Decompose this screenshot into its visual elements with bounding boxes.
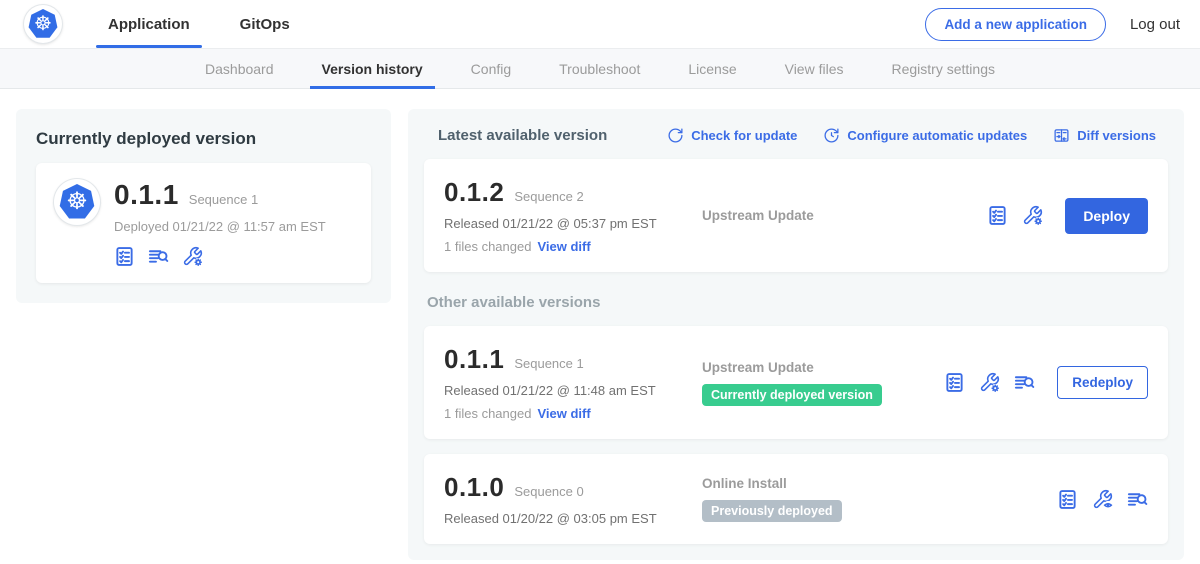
- source-label: Upstream Update: [702, 208, 987, 223]
- released-timestamp: Released 01/21/22 @ 11:48 am EST: [444, 383, 702, 398]
- redeploy-button[interactable]: Redeploy: [1057, 366, 1148, 399]
- kubernetes-heptagon: ☸: [28, 9, 58, 39]
- tab-application[interactable]: Application: [96, 0, 202, 48]
- version-source: Upstream Update: [702, 208, 987, 223]
- currently-deployed-card: ☸ 0.1.1 Sequence 1 Deployed 01/21/22 @ 1…: [36, 163, 371, 283]
- edit-config-icon[interactable]: [979, 372, 1000, 393]
- preflight-checks-icon[interactable]: [987, 205, 1008, 226]
- refresh-icon: [667, 127, 684, 144]
- view-logs-icon[interactable]: [148, 246, 169, 267]
- currently-deployed-badge: Currently deployed version: [702, 384, 882, 406]
- released-timestamp: Released 01/20/22 @ 03:05 pm EST: [444, 511, 702, 526]
- available-versions-panel: Latest available version Check for updat…: [408, 109, 1184, 560]
- edit-config-icon[interactable]: [182, 246, 203, 267]
- deployed-sequence-label: Sequence 1: [189, 192, 258, 207]
- configure-automatic-updates-label: Configure automatic updates: [847, 128, 1027, 143]
- header-tabs: Application GitOps: [96, 0, 328, 48]
- logout-button[interactable]: Log out: [1130, 16, 1180, 33]
- tab-application-label: Application: [108, 16, 190, 33]
- diff-versions-label: Diff versions: [1077, 128, 1156, 143]
- version-card-latest: 0.1.2 Sequence 2 Released 01/21/22 @ 05:…: [424, 159, 1168, 272]
- version-card-actions: Deploy: [987, 198, 1148, 234]
- deploy-button[interactable]: Deploy: [1065, 198, 1148, 234]
- add-application-button[interactable]: Add a new application: [925, 8, 1106, 41]
- version-info: 0.1.1 Sequence 1 Released 01/21/22 @ 11:…: [444, 344, 702, 421]
- version-actions: Check for update Configure automatic upd…: [667, 127, 1156, 144]
- diff-versions-link[interactable]: Diff versions: [1053, 127, 1156, 144]
- deployed-timestamp: Deployed 01/21/22 @ 11:57 am EST: [114, 219, 326, 234]
- configure-automatic-updates-link[interactable]: Configure automatic updates: [823, 127, 1027, 144]
- version-card-0-1-1: 0.1.1 Sequence 1 Released 01/21/22 @ 11:…: [424, 326, 1168, 439]
- subnav-tab-view-files[interactable]: View files: [761, 49, 868, 88]
- check-for-update-label: Check for update: [691, 128, 797, 143]
- files-changed: 1 files changed View diff: [444, 406, 702, 421]
- deployed-card-body: 0.1.1 Sequence 1 Deployed 01/21/22 @ 11:…: [114, 179, 326, 267]
- main-content: Currently deployed version ☸ 0.1.1 Seque…: [0, 89, 1200, 564]
- app-subnav: Dashboard Version history Config Trouble…: [0, 48, 1200, 89]
- kubernetes-logo: ☸: [24, 5, 62, 43]
- files-changed-label: 1 files changed: [444, 239, 531, 254]
- sequence-label: Sequence 2: [514, 189, 583, 204]
- view-config-icon[interactable]: [1092, 489, 1113, 510]
- version-card-actions: Redeploy: [944, 366, 1148, 399]
- top-header: ☸ Application GitOps Add a new applicati…: [0, 0, 1200, 48]
- preflight-checks-icon[interactable]: [944, 372, 965, 393]
- released-timestamp: Released 01/21/22 @ 05:37 pm EST: [444, 216, 702, 231]
- subnav-tab-config[interactable]: Config: [447, 49, 535, 88]
- version-source: Online Install Previously deployed: [702, 476, 1057, 522]
- view-logs-icon[interactable]: [1127, 489, 1148, 510]
- tab-gitops[interactable]: GitOps: [228, 0, 302, 48]
- version-info: 0.1.2 Sequence 2 Released 01/21/22 @ 05:…: [444, 177, 702, 254]
- view-diff-link[interactable]: View diff: [537, 239, 590, 254]
- schedule-icon: [823, 127, 840, 144]
- version-card-actions: [1057, 489, 1148, 510]
- view-logs-icon[interactable]: [1014, 372, 1035, 393]
- other-available-versions-title: Other available versions: [427, 294, 1168, 311]
- source-label: Online Install: [702, 476, 1057, 491]
- deployed-version-label: 0.1.1: [114, 179, 179, 211]
- currently-deployed-title: Currently deployed version: [36, 129, 371, 149]
- files-changed: 1 files changed View diff: [444, 239, 702, 254]
- subnav-tab-license[interactable]: License: [664, 49, 760, 88]
- tab-gitops-label: GitOps: [240, 16, 290, 33]
- version-label: 0.1.2: [444, 177, 504, 208]
- app-logo: ☸: [54, 179, 100, 225]
- sequence-label: Sequence 0: [514, 484, 583, 499]
- check-for-update-link[interactable]: Check for update: [667, 127, 797, 144]
- preflight-checks-icon[interactable]: [114, 246, 135, 267]
- helm-wheel-icon: ☸: [66, 190, 88, 214]
- preflight-checks-icon[interactable]: [1057, 489, 1078, 510]
- version-info: 0.1.0 Sequence 0 Released 01/20/22 @ 03:…: [444, 472, 702, 526]
- available-versions-header: Latest available version Check for updat…: [424, 127, 1168, 144]
- version-label: 0.1.0: [444, 472, 504, 503]
- diff-icon: [1053, 127, 1070, 144]
- helm-wheel-icon: ☸: [34, 14, 52, 34]
- latest-available-title: Latest available version: [438, 127, 607, 144]
- previously-deployed-badge: Previously deployed: [702, 500, 842, 522]
- version-card-0-1-0: 0.1.0 Sequence 0 Released 01/20/22 @ 03:…: [424, 454, 1168, 544]
- subnav-tab-troubleshoot[interactable]: Troubleshoot: [535, 49, 664, 88]
- version-source: Upstream Update Currently deployed versi…: [702, 360, 944, 406]
- edit-config-icon[interactable]: [1022, 205, 1043, 226]
- sequence-label: Sequence 1: [514, 356, 583, 371]
- version-label: 0.1.1: [444, 344, 504, 375]
- view-diff-link[interactable]: View diff: [537, 406, 590, 421]
- subnav-tab-registry-settings[interactable]: Registry settings: [868, 49, 1019, 88]
- source-label: Upstream Update: [702, 360, 944, 375]
- currently-deployed-panel: Currently deployed version ☸ 0.1.1 Seque…: [16, 109, 391, 303]
- kubernetes-heptagon: ☸: [59, 184, 95, 220]
- header-right: Add a new application Log out: [925, 8, 1180, 41]
- subnav-tab-version-history[interactable]: Version history: [298, 49, 447, 88]
- files-changed-label: 1 files changed: [444, 406, 531, 421]
- subnav-tab-dashboard[interactable]: Dashboard: [181, 49, 298, 88]
